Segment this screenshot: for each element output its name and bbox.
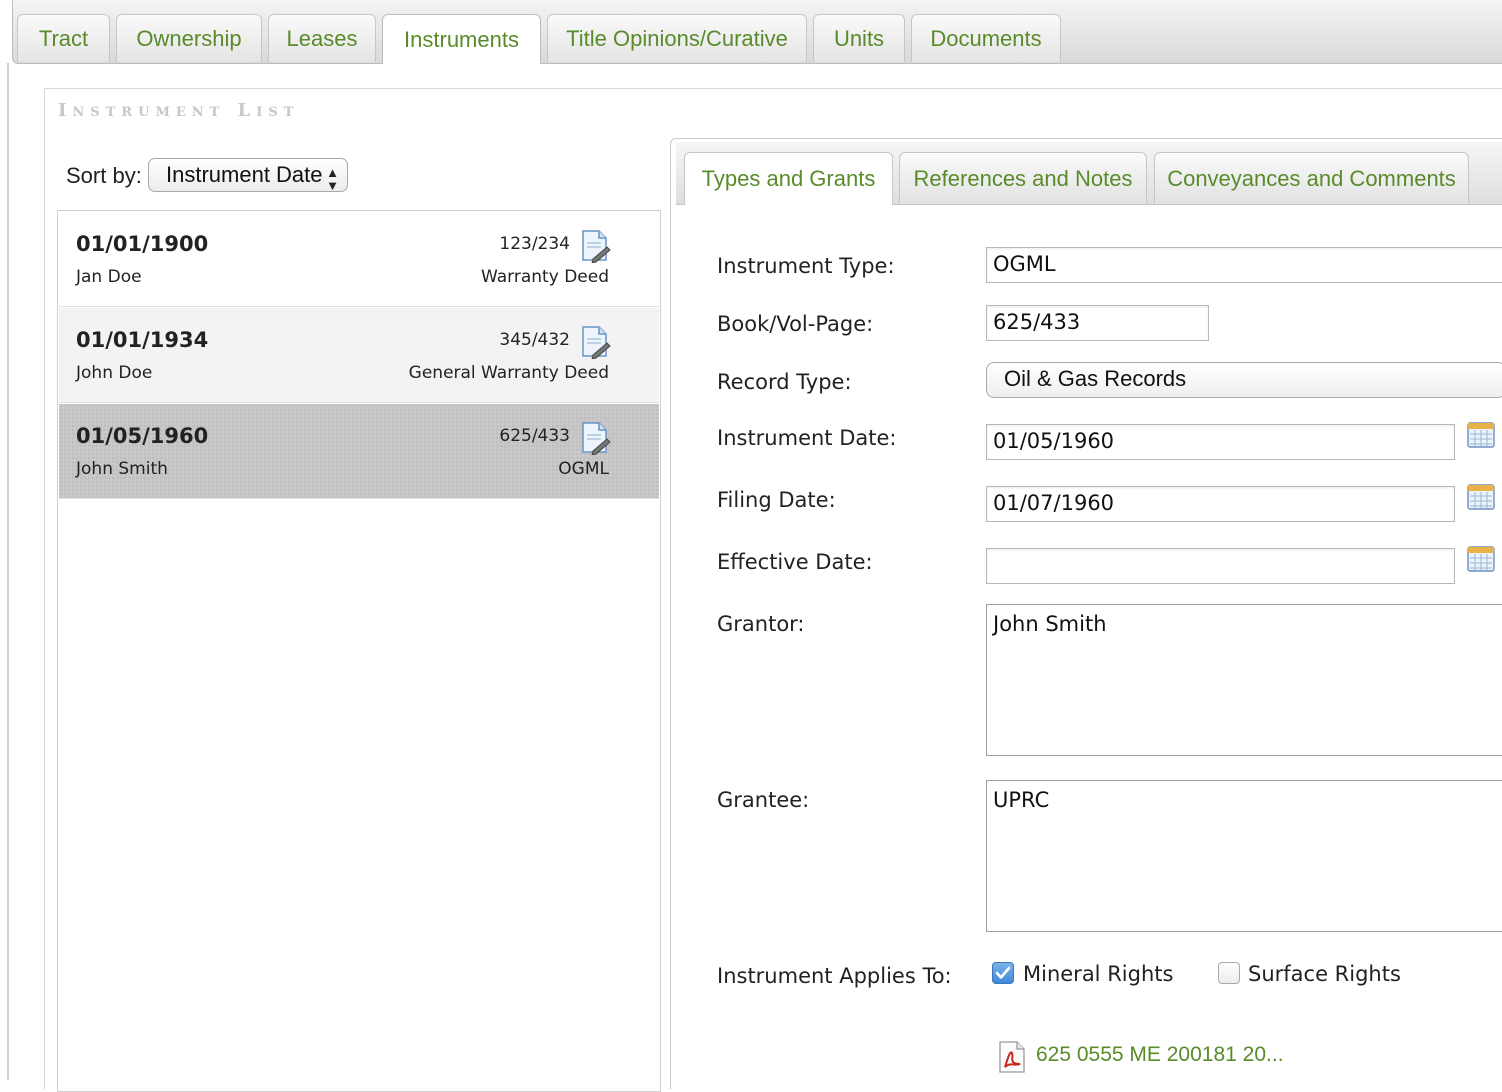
- row-book-page: 123/234: [499, 234, 570, 254]
- tab-instruments[interactable]: Instruments: [382, 14, 541, 64]
- grantor-textarea[interactable]: John Smith: [986, 604, 1502, 756]
- select-arrows-icon: ▲ ▼: [326, 165, 339, 193]
- row-date: 01/01/1900: [76, 232, 209, 256]
- filing-date-label: Filing Date:: [717, 488, 836, 512]
- row-date: 01/01/1934: [76, 328, 209, 352]
- applies-to-label: Instrument Applies To:: [717, 964, 952, 988]
- pdf-icon[interactable]: [996, 1040, 1028, 1074]
- instrument-list: 01/01/1900 Jan Doe 123/234 Warranty Deed…: [57, 210, 661, 1092]
- tab-tract[interactable]: Tract: [17, 14, 110, 62]
- surface-rights-label[interactable]: Surface Rights: [1248, 962, 1401, 986]
- content-frame-border: [7, 63, 9, 1080]
- row-name: John Doe: [76, 363, 153, 383]
- tab-references-and-notes[interactable]: References and Notes: [899, 152, 1147, 204]
- list-item[interactable]: 01/01/1934 John Doe 345/432 General Warr…: [59, 308, 659, 403]
- row-instrument-type: General Warranty Deed: [408, 363, 609, 383]
- tab-types-and-grants[interactable]: Types and Grants: [684, 152, 893, 205]
- calendar-icon[interactable]: [1466, 420, 1496, 450]
- row-book-page: 345/432: [499, 330, 570, 350]
- mineral-rights-checkbox[interactable]: [992, 962, 1014, 984]
- tab-documents[interactable]: Documents: [911, 14, 1061, 62]
- row-name: John Smith: [76, 459, 168, 479]
- row-book-page: 625/433: [499, 426, 570, 446]
- tab-conveyances-and-comments[interactable]: Conveyances and Comments: [1154, 152, 1469, 204]
- panel-title: Instrument List: [58, 100, 300, 121]
- effective-date-field[interactable]: [986, 548, 1455, 584]
- instrument-date-label: Instrument Date:: [717, 426, 897, 450]
- document-edit-icon[interactable]: [579, 229, 611, 263]
- row-instrument-type: OGML: [558, 459, 609, 479]
- list-item-selected[interactable]: 01/05/1960 John Smith 625/433 OGML: [59, 404, 659, 499]
- document-edit-icon[interactable]: [579, 325, 611, 359]
- mineral-rights-label[interactable]: Mineral Rights: [1023, 962, 1173, 986]
- row-name: Jan Doe: [76, 267, 142, 287]
- tab-title-opinions-curative[interactable]: Title Opinions/Curative: [547, 14, 807, 62]
- checkmark-icon: [995, 966, 1011, 979]
- sort-select-value: Instrument Date: [166, 162, 323, 187]
- tab-leases[interactable]: Leases: [268, 14, 376, 62]
- tab-ownership[interactable]: Ownership: [116, 14, 262, 62]
- row-date: 01/05/1960: [76, 424, 209, 448]
- row-instrument-type: Warranty Deed: [481, 267, 609, 287]
- sort-select[interactable]: Instrument Date ▲ ▼: [148, 158, 348, 192]
- filing-date-field[interactable]: 01/07/1960: [986, 486, 1455, 522]
- grantee-label: Grantee:: [717, 788, 810, 812]
- grantee-textarea[interactable]: UPRC: [986, 780, 1502, 932]
- calendar-icon[interactable]: [1466, 482, 1496, 512]
- document-edit-icon[interactable]: [579, 421, 611, 455]
- book-vol-page-label: Book/Vol-Page:: [717, 312, 874, 336]
- record-type-label: Record Type:: [717, 370, 852, 394]
- instrument-type-field[interactable]: OGML: [986, 247, 1502, 283]
- instrument-type-label: Instrument Type:: [717, 254, 895, 278]
- calendar-icon[interactable]: [1466, 544, 1496, 574]
- surface-rights-checkbox[interactable]: [1218, 962, 1240, 984]
- book-vol-page-field[interactable]: 625/433: [986, 305, 1209, 341]
- grantor-label: Grantor:: [717, 612, 805, 636]
- tab-units[interactable]: Units: [813, 14, 905, 62]
- record-type-select[interactable]: Oil & Gas Records: [986, 362, 1502, 398]
- attachment-link[interactable]: 625 0555 ME 200181 20...: [1036, 1043, 1284, 1067]
- effective-date-label: Effective Date:: [717, 550, 873, 574]
- list-item[interactable]: 01/01/1900 Jan Doe 123/234 Warranty Deed: [59, 212, 659, 307]
- instrument-date-field[interactable]: 01/05/1960: [986, 424, 1455, 460]
- sort-label: Sort by:: [66, 163, 142, 188]
